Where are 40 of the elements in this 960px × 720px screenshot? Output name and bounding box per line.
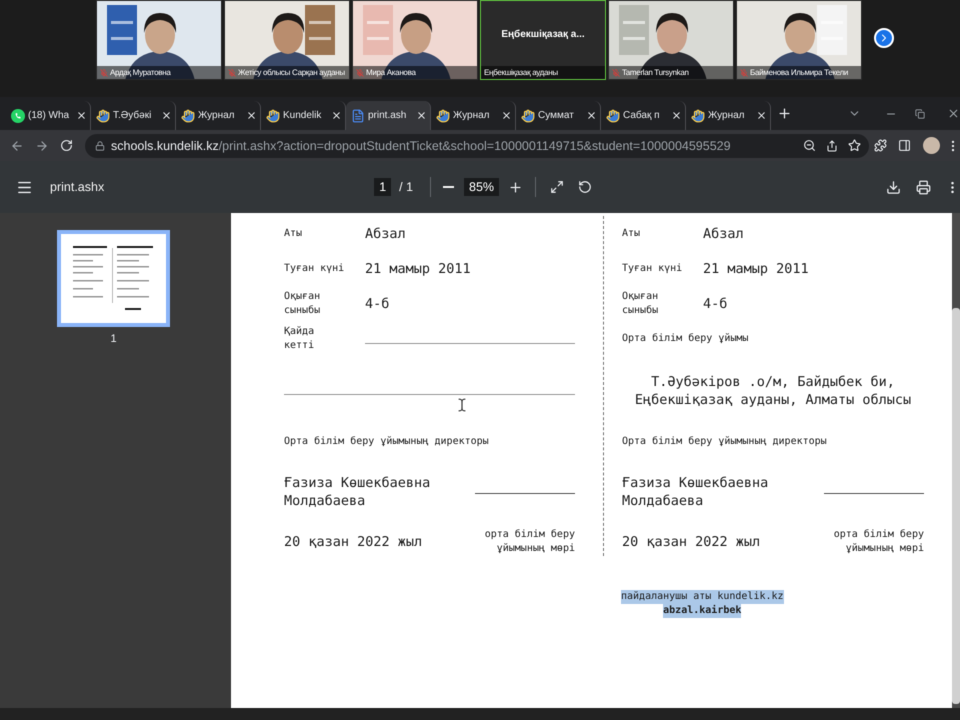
document-date: 20 қазан 2022 жыл	[622, 534, 760, 550]
field-value: 21 мамыр 2011	[365, 260, 472, 276]
field-label: Туған күні	[622, 262, 684, 276]
field-value: Абзал	[365, 226, 407, 242]
director-label: Орта білім беру ұйымының директоры	[284, 435, 490, 449]
field-label: Аты	[284, 226, 304, 240]
username-text: пайдаланушы аты kundelik.kz	[621, 590, 784, 604]
address-field[interactable]: schools.kundelik.kz/print.ashx?action=dropoutStudentTicket&school=1000001149715&student=1000004595529	[85, 134, 870, 158]
field-label: Оқыған сыныбы	[622, 290, 660, 318]
stamp-label: орта білім беру ұйымының мөрі	[484, 528, 575, 556]
participant-name: Ардақ Муратовна	[110, 68, 170, 77]
field-label: Аты	[622, 226, 642, 240]
page-count: / 1	[399, 180, 414, 194]
field-value: 21 мамыр 2011	[703, 260, 810, 276]
field-label: Қайда кетті	[284, 324, 316, 352]
participant-name: Еңбекшіқазақ ауданы	[484, 68, 558, 77]
field-value: Абзал	[703, 226, 745, 242]
field-value: 4-б	[365, 296, 390, 312]
field-label: Оқыған сыныбы	[284, 290, 322, 318]
participant-name: Байменова Ильмира Текели	[750, 68, 848, 77]
stamp-label: орта білім беру ұйымының мөрі	[832, 528, 924, 556]
director-name: Ғазиза Көшекбаевна Молдабаева	[284, 474, 432, 510]
document-date: 20 қазан 2022 жыл	[284, 534, 422, 550]
organization-name: Еңбекшіқазақ ауданы, Алматы облысы	[634, 391, 912, 409]
participant-name: Tamerlan Tursynkan	[622, 68, 689, 77]
page-number-field[interactable]: 1	[374, 178, 392, 196]
field-label: Орта білім беру ұйымы	[622, 332, 750, 346]
participant-name: Мира Аканова	[366, 68, 416, 77]
field-value: 4-б	[703, 296, 728, 312]
thumbnail-label: 1	[109, 333, 118, 345]
zoom-field[interactable]: 85%	[464, 178, 500, 196]
participant-card-name: Еңбекшіқазақ а...	[500, 29, 586, 40]
field-label: Туған күні	[284, 262, 346, 276]
document-title: print.ashx	[50, 180, 106, 194]
organization-name: Т.Әубәкіров .о/м, Байдыбек би,	[651, 373, 895, 391]
director-name: Ғазиза Көшекбаевна Молдабаева	[622, 474, 770, 510]
director-label: Орта білім беру ұйымының директоры	[622, 435, 828, 449]
browser-tab[interactable]: print.ash	[346, 101, 431, 130]
participant-name: Жетісу облысы Сарқан ауданы	[238, 68, 345, 77]
username-text: abzal.kairbek	[663, 604, 742, 618]
